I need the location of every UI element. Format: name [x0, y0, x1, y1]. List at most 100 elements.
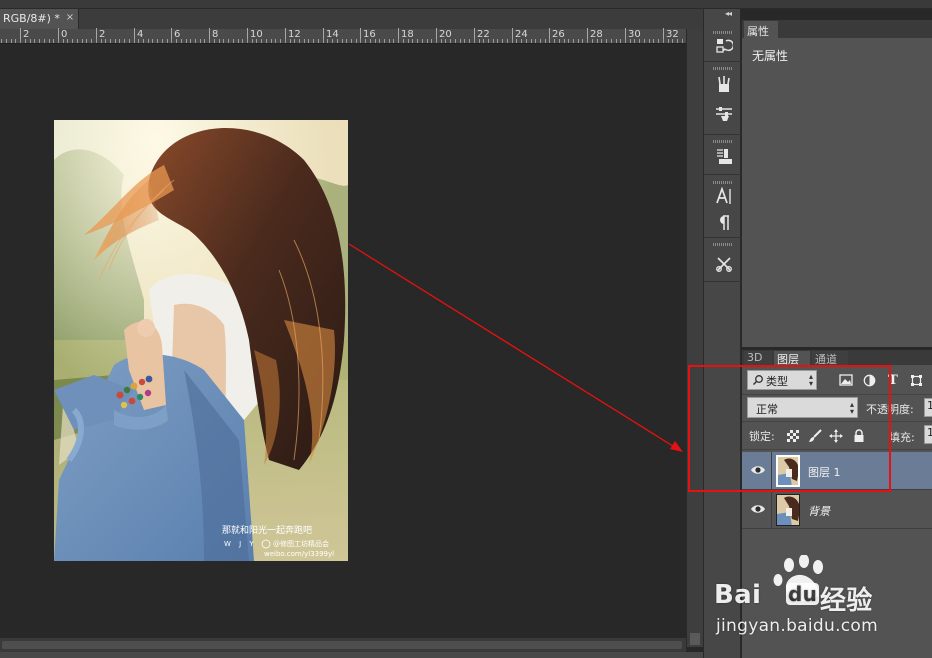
ruler-minor-tick	[294, 39, 295, 43]
clone-source-icon[interactable]	[713, 145, 735, 167]
horizontal-scroll-thumb[interactable]	[2, 641, 682, 649]
ruler-minor-tick	[124, 39, 125, 43]
tab-3d[interactable]: 3D	[744, 351, 772, 365]
ruler-minor-tick	[682, 39, 683, 43]
history-icon[interactable]	[713, 35, 735, 57]
photo-watermark-line1: 那就和阳光一起奔跑吧	[222, 524, 312, 536]
ruler-minor-tick	[242, 39, 243, 43]
panel-grip[interactable]	[713, 67, 733, 70]
eye-icon[interactable]	[750, 502, 766, 516]
ruler-minor-tick	[261, 39, 262, 43]
ruler-minor-tick	[280, 39, 281, 43]
ruler-minor-tick	[25, 39, 26, 43]
ruler-minor-tick	[290, 39, 291, 43]
strip-separator	[704, 134, 742, 135]
ruler-minor-tick	[559, 39, 560, 43]
panel-grip[interactable]	[713, 140, 733, 143]
opacity-input[interactable]: 1	[924, 398, 932, 417]
ruler-minor-tick	[204, 39, 205, 43]
watermark-url: jingyan.baidu.com	[716, 616, 878, 636]
tab-properties-label: 属性	[747, 25, 769, 38]
ruler-minor-tick	[545, 39, 546, 43]
ruler-minor-tick	[247, 39, 248, 43]
ruler-minor-tick	[601, 39, 602, 43]
brush-settings-icon[interactable]	[713, 102, 735, 124]
horizontal-scrollbar[interactable]	[0, 638, 686, 652]
tool-presets-icon[interactable]	[713, 253, 735, 275]
ruler-minor-tick	[375, 39, 376, 43]
collapse-panels-icon[interactable]: ◂◂	[725, 9, 732, 18]
ruler-minor-tick	[105, 39, 106, 43]
ruler-minor-tick	[668, 39, 669, 43]
ruler-tick-label: 2	[23, 29, 30, 40]
ruler-minor-tick	[49, 39, 50, 43]
photo-watermark-line4: weibo.com/yl3399yl	[264, 550, 334, 558]
watermark-product: 经验	[820, 586, 873, 616]
ruler-minor-tick	[176, 39, 177, 43]
ruler-minor-tick	[479, 39, 480, 43]
ruler-minor-tick	[53, 39, 54, 43]
ruler-minor-tick	[162, 39, 163, 43]
panel-grip[interactable]	[713, 181, 733, 184]
ruler-minor-tick	[346, 39, 347, 43]
ruler-minor-tick	[86, 39, 87, 43]
tab-channels[interactable]: 通道	[812, 351, 848, 366]
ruler-minor-tick	[233, 39, 234, 43]
ruler-minor-tick	[403, 39, 404, 43]
options-bar-edge	[0, 0, 932, 9]
ruler-minor-tick	[58, 39, 59, 43]
photo-watermark-line3: @修图工坊精品会	[273, 539, 329, 548]
ruler-minor-tick	[526, 39, 527, 43]
fill-input[interactable]: 1	[924, 425, 932, 444]
ruler-minor-tick	[67, 39, 68, 43]
ruler-minor-tick	[616, 39, 617, 43]
close-icon[interactable]: ×	[64, 12, 76, 23]
ruler-minor-tick	[157, 39, 158, 43]
ruler-minor-tick	[356, 39, 357, 43]
photoshop-window: RGB/8#) * × 2 0 2 4 6 8 10 12 14 16 18 20 22 24 26 28 30…	[0, 0, 932, 658]
panel-grip[interactable]	[713, 31, 733, 34]
ruler-minor-tick	[417, 39, 418, 43]
ruler-minor-tick	[649, 39, 650, 43]
ruler-minor-tick	[195, 39, 196, 43]
ruler-minor-tick	[266, 39, 267, 43]
strip-separator	[704, 61, 742, 62]
document-tab-bar	[0, 9, 703, 29]
ruler-minor-tick	[658, 39, 659, 43]
ruler-minor-tick	[436, 39, 437, 43]
document-tab[interactable]: RGB/8#) * ×	[0, 9, 79, 29]
ruler-minor-tick	[639, 39, 640, 43]
ruler-minor-tick	[412, 39, 413, 43]
ruler-minor-tick	[422, 39, 423, 43]
ruler-minor-tick	[488, 39, 489, 43]
panel-grip[interactable]	[713, 243, 733, 246]
vertical-scrollbar[interactable]	[686, 29, 703, 647]
paragraph-icon[interactable]	[713, 211, 735, 233]
ruler-minor-tick	[152, 39, 153, 43]
brush-presets-icon[interactable]	[713, 73, 735, 95]
ruler-minor-tick	[285, 39, 286, 43]
layer-name[interactable]: 背景	[808, 503, 830, 519]
ruler-minor-tick	[573, 39, 574, 43]
ruler-minor-tick	[644, 39, 645, 43]
character-icon[interactable]	[713, 185, 735, 207]
tab-layers[interactable]: 图层	[774, 351, 810, 366]
filter-shape-layers-icon[interactable]	[908, 372, 924, 388]
vertical-scroll-thumb[interactable]	[690, 633, 700, 645]
ruler-minor-tick	[238, 39, 239, 43]
ruler-minor-tick	[630, 39, 631, 43]
ruler-minor-tick	[521, 39, 522, 43]
tab-properties[interactable]: 属性	[744, 21, 778, 38]
horizontal-ruler[interactable]: 2 0 2 4 6 8 10 12 14 16 18 20 22 24 26 28 30 32	[0, 28, 686, 44]
ruler-minor-tick	[474, 39, 475, 43]
ruler-minor-tick	[337, 39, 338, 43]
ruler-minor-tick	[318, 39, 319, 43]
ruler-minor-tick	[620, 39, 621, 43]
ruler-minor-tick	[228, 39, 229, 43]
layer-row-background[interactable]: 背景	[742, 491, 932, 529]
ruler-minor-tick	[582, 39, 583, 43]
ruler-minor-tick	[445, 39, 446, 43]
photo-watermark-line2: W J Y	[224, 540, 257, 548]
fill-label: 填充:	[889, 431, 915, 444]
strip-separator	[704, 174, 742, 175]
